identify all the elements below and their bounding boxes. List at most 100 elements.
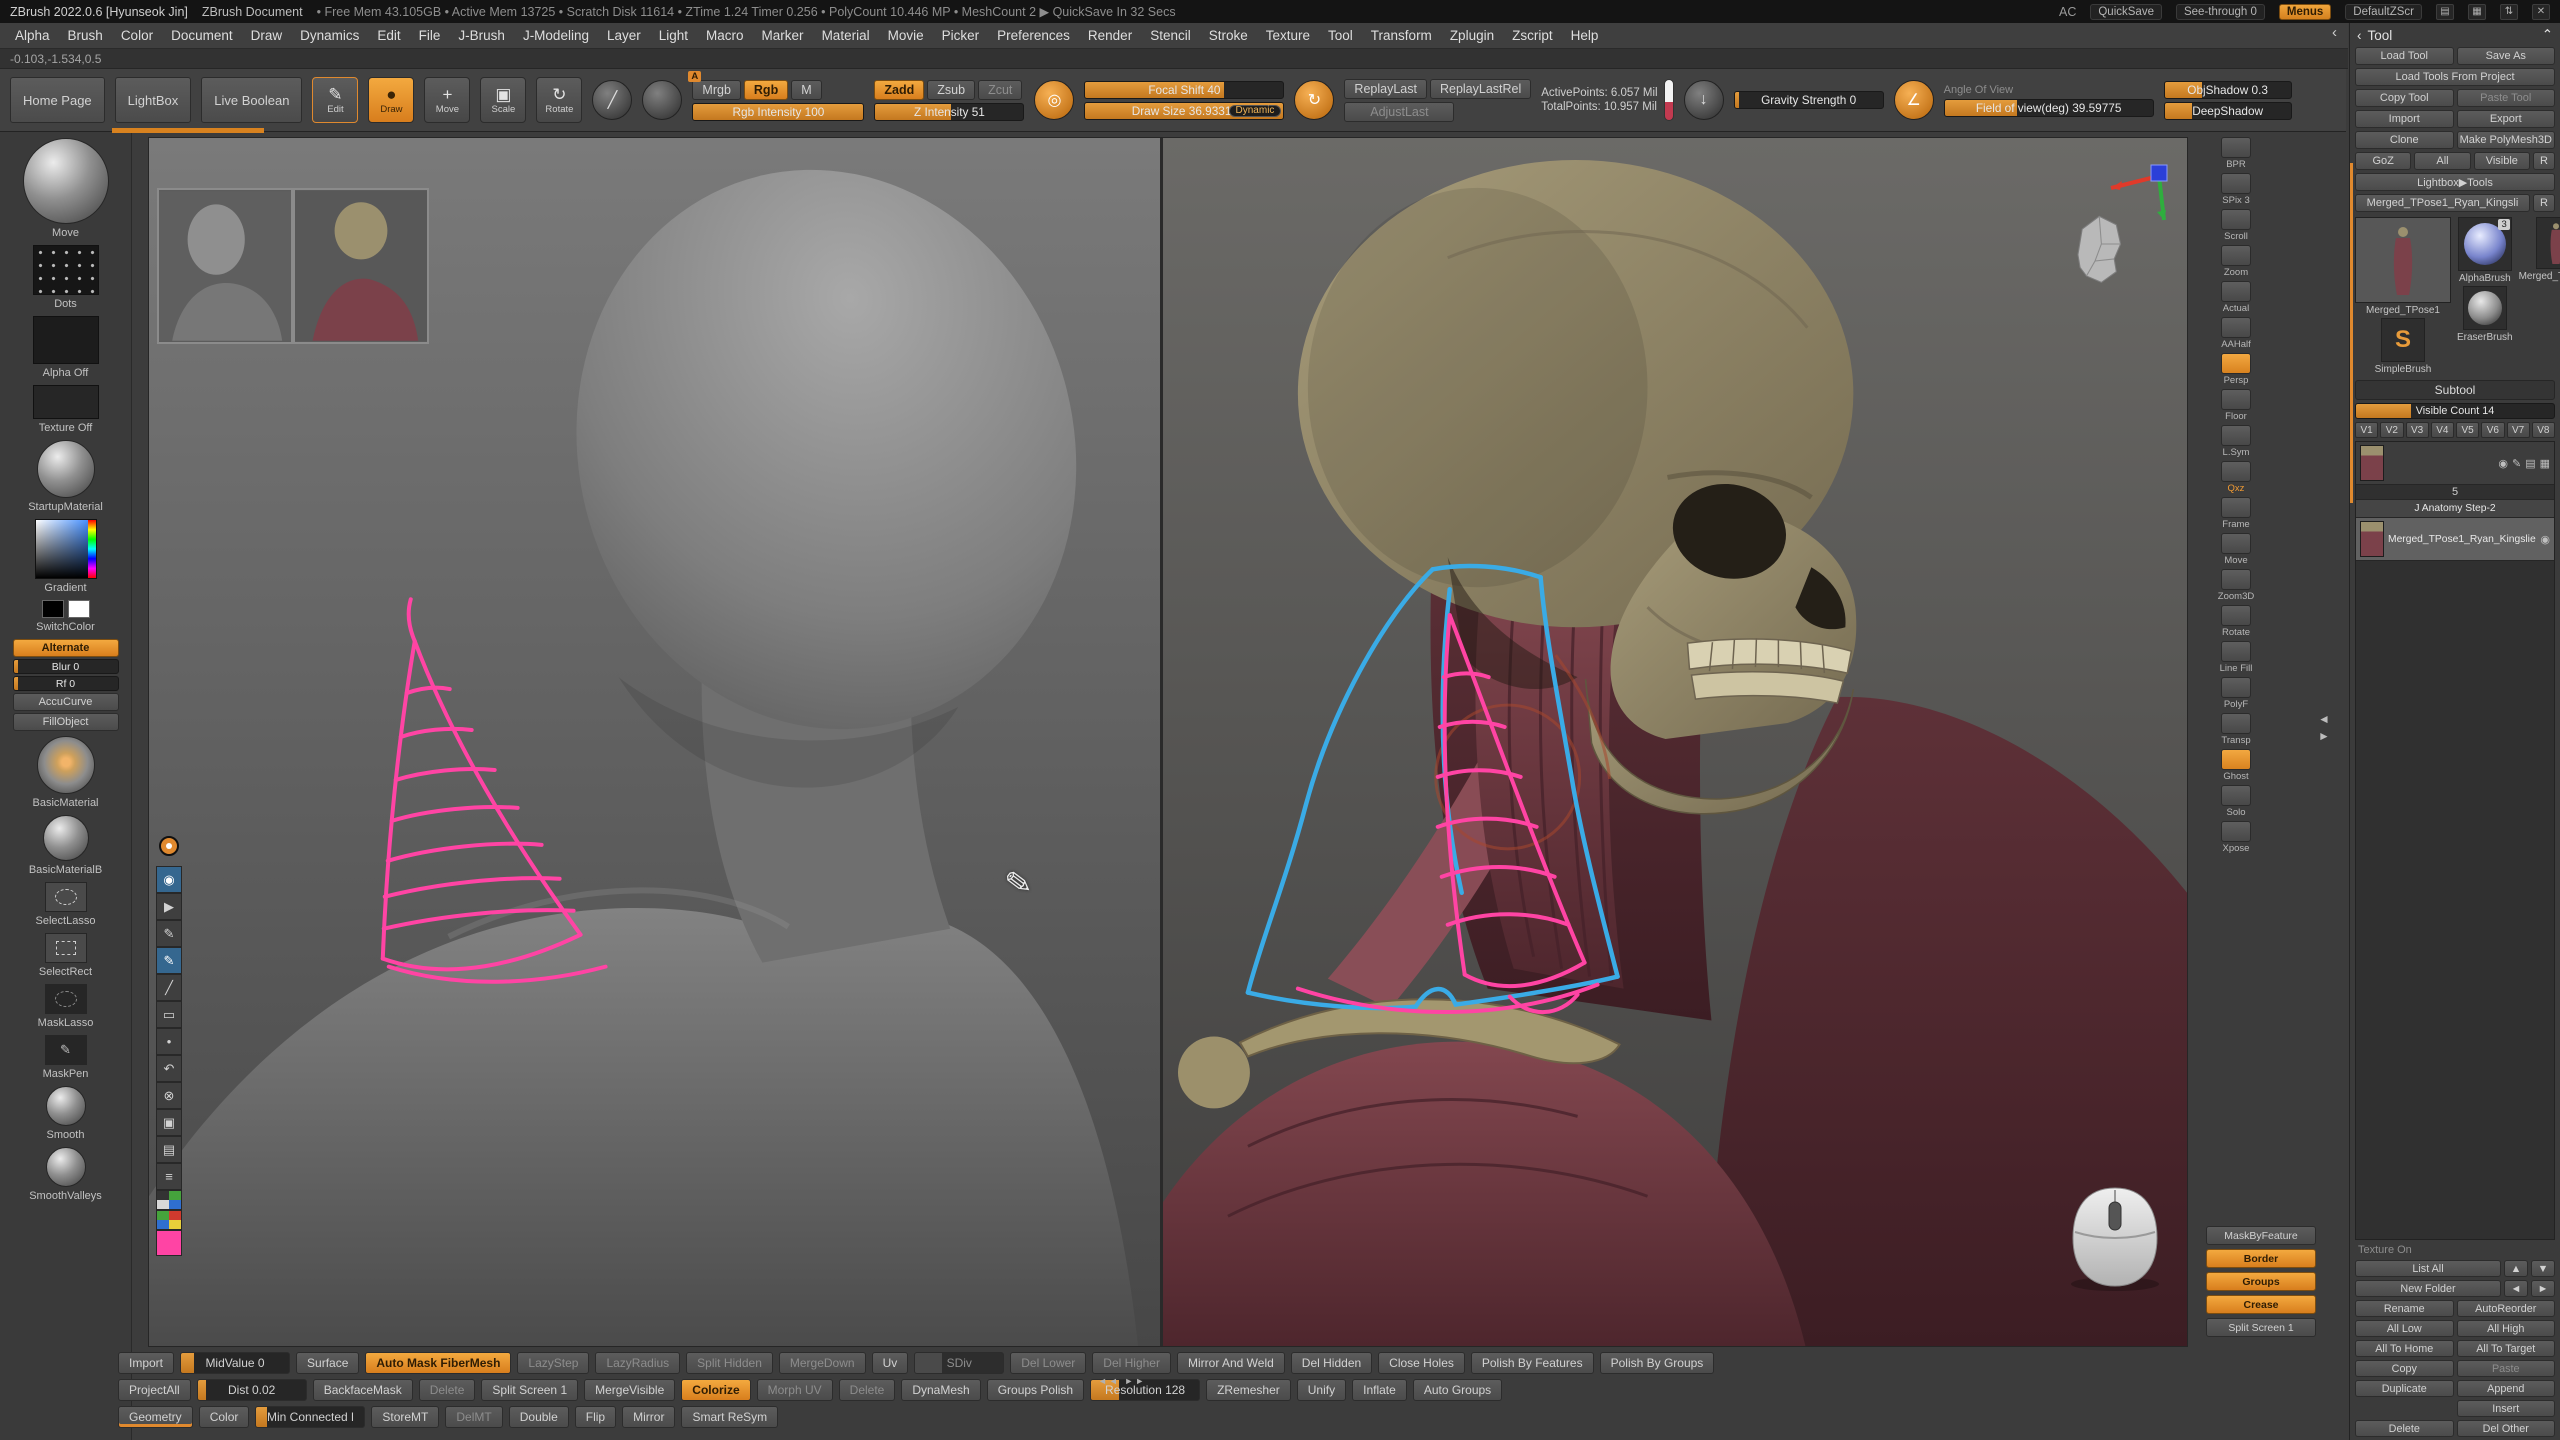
canvas-tool-icon[interactable]: ◉ bbox=[156, 866, 182, 893]
tray-button[interactable]: Del Hidden bbox=[1291, 1352, 1372, 1374]
tray-divider-arrows[interactable]: ◄► bbox=[2318, 712, 2330, 743]
tray-button[interactable]: Auto Mask FiberMesh bbox=[365, 1352, 511, 1374]
main-color-swatch[interactable] bbox=[42, 600, 64, 618]
live-boolean-button[interactable]: Live Boolean bbox=[201, 77, 302, 123]
right-shelf-button[interactable]: Line Fill bbox=[2215, 641, 2257, 674]
import-button[interactable]: Import bbox=[2355, 110, 2454, 128]
copy-button[interactable]: Copy bbox=[2355, 1360, 2454, 1377]
adjust-last-button[interactable]: AdjustLast bbox=[1344, 102, 1454, 122]
tray-button[interactable]: Mirror And Weld bbox=[1177, 1352, 1285, 1374]
tray-button[interactable]: Double bbox=[509, 1406, 569, 1428]
right-shelf-button[interactable]: AAHalf bbox=[2215, 317, 2257, 350]
menu-item[interactable]: J-Brush bbox=[449, 25, 514, 46]
replay-last-rel-button[interactable]: ReplayLastRel bbox=[1430, 79, 1531, 99]
paste-tool-button[interactable]: Paste Tool bbox=[2457, 89, 2556, 107]
canvas-tool-icon[interactable]: ⊗ bbox=[156, 1082, 182, 1109]
menu-item[interactable]: Picker bbox=[933, 25, 989, 46]
del-other-button[interactable]: Del Other bbox=[2457, 1420, 2556, 1437]
subtool-tab[interactable]: V6 bbox=[2481, 422, 2504, 438]
tray-button[interactable]: Surface bbox=[296, 1352, 359, 1374]
tray-button[interactable]: DynaMesh bbox=[901, 1379, 980, 1401]
menu-item[interactable]: Macro bbox=[697, 25, 753, 46]
tray-button[interactable]: LazyStep bbox=[517, 1352, 589, 1374]
eraser-brush-thumbnail[interactable] bbox=[2463, 286, 2507, 330]
simple-brush-thumbnail[interactable]: S bbox=[2381, 318, 2425, 362]
replay-icon[interactable]: ↻ bbox=[1294, 80, 1334, 120]
doc-layout-icon[interactable]: ▤ bbox=[2436, 4, 2454, 20]
lightbox-tools-button[interactable]: Lightbox▶Tools bbox=[2355, 173, 2555, 191]
tray-button[interactable]: Min Connected l bbox=[255, 1406, 365, 1428]
canvas-tool-icon[interactable]: ✎ bbox=[156, 920, 182, 947]
all-high-button[interactable]: All High bbox=[2457, 1320, 2556, 1337]
select-lasso-icon[interactable] bbox=[45, 882, 87, 912]
palette-tile-1[interactable] bbox=[156, 1190, 182, 1210]
pin-icon[interactable] bbox=[159, 836, 179, 856]
close-icon[interactable]: ✕ bbox=[2532, 4, 2550, 20]
rf-slider[interactable]: Rf 0 bbox=[13, 676, 119, 691]
smooth-valleys-brush-preview[interactable] bbox=[46, 1147, 86, 1187]
rotate-button[interactable]: ↻Rotate bbox=[536, 77, 582, 123]
menu-item[interactable]: Material bbox=[813, 25, 879, 46]
mrgb-button[interactable]: Mrgb bbox=[692, 80, 740, 100]
color-picker[interactable] bbox=[35, 519, 97, 579]
startup-material-preview[interactable] bbox=[37, 440, 95, 498]
delete-button[interactable]: Delete bbox=[2355, 1420, 2454, 1437]
goz-r-button[interactable]: R bbox=[2533, 152, 2555, 170]
mid-strip-button[interactable]: Border bbox=[2206, 1249, 2316, 1268]
focal-icon[interactable]: ◎ bbox=[1034, 80, 1074, 120]
tray-button[interactable]: ProjectAll bbox=[118, 1379, 191, 1401]
canvas-tool-icon[interactable]: ▤ bbox=[156, 1136, 182, 1163]
all-to-target-button[interactable]: All To Target bbox=[2457, 1340, 2556, 1357]
active-pink-swatch[interactable] bbox=[156, 1230, 182, 1256]
alternate-button[interactable]: Alternate bbox=[13, 639, 119, 657]
right-shelf-button[interactable]: Floor bbox=[2215, 389, 2257, 422]
reference-thumbnail-anatomy[interactable] bbox=[293, 188, 429, 344]
move-up-icon[interactable]: ▲ bbox=[2504, 1260, 2528, 1277]
tray-button[interactable]: Groups Polish bbox=[987, 1379, 1084, 1401]
secondary-color-swatch[interactable] bbox=[68, 600, 90, 618]
tray-button[interactable]: Auto Groups bbox=[1413, 1379, 1502, 1401]
menu-item[interactable]: Movie bbox=[879, 25, 933, 46]
mid-strip-button[interactable]: Groups bbox=[2206, 1272, 2316, 1291]
mid-strip-button[interactable]: MaskByFeature bbox=[2206, 1226, 2316, 1245]
mid-strip-button[interactable]: Crease bbox=[2206, 1295, 2316, 1314]
menu-item[interactable]: Zplugin bbox=[1441, 25, 1503, 46]
lightbox-button[interactable]: LightBox bbox=[115, 77, 192, 123]
mask-lasso-icon[interactable] bbox=[45, 984, 87, 1014]
tray-button[interactable]: DelMT bbox=[445, 1406, 502, 1428]
right-shelf-button[interactable]: Move bbox=[2215, 533, 2257, 566]
menu-item[interactable]: Stencil bbox=[1141, 25, 1200, 46]
palette-tile-2[interactable] bbox=[156, 1210, 182, 1230]
dynamic-toggle[interactable]: Dynamic bbox=[1229, 105, 1282, 117]
replay-last-button[interactable]: ReplayLast bbox=[1344, 79, 1427, 99]
load-tool-button[interactable]: Load Tool bbox=[2355, 47, 2454, 65]
tray-button[interactable]: Del Lower bbox=[1010, 1352, 1086, 1374]
hue-strip[interactable] bbox=[88, 520, 96, 578]
zcut-button[interactable]: Zcut bbox=[978, 80, 1022, 100]
duplicate-button[interactable]: Duplicate bbox=[2355, 1380, 2454, 1397]
tool-history-thumbnail[interactable]: 3 bbox=[2536, 217, 2560, 269]
right-shelf-button[interactable]: Actual bbox=[2215, 281, 2257, 314]
scale-button[interactable]: ▣Scale bbox=[480, 77, 526, 123]
tray-button[interactable]: Dist 0.02 bbox=[197, 1379, 307, 1401]
mid-strip-button[interactable]: Split Screen 1 bbox=[2206, 1318, 2316, 1337]
goz-all-button[interactable]: All bbox=[2414, 152, 2470, 170]
canvas-tool-icon[interactable]: ╱ bbox=[156, 974, 182, 1001]
right-shelf-button[interactable]: Frame bbox=[2215, 497, 2257, 530]
rename-button[interactable]: Rename bbox=[2355, 1300, 2454, 1317]
canvas-tool-icon[interactable]: ≡ bbox=[156, 1163, 182, 1190]
menu-item[interactable]: Light bbox=[650, 25, 697, 46]
current-tool-name[interactable]: Merged_TPose1_Ryan_Kingsli bbox=[2355, 194, 2530, 212]
menu-item[interactable]: Help bbox=[1562, 25, 1608, 46]
tray-button[interactable]: MergeDown bbox=[779, 1352, 866, 1374]
layers-icon[interactable]: ▤ bbox=[2525, 457, 2535, 470]
menu-item[interactable]: Render bbox=[1079, 25, 1141, 46]
right-shelf-button[interactable]: Zoom3D bbox=[2215, 569, 2257, 602]
z-intensity-slider[interactable]: Z Intensity 51 bbox=[874, 103, 1024, 121]
tray-button[interactable]: Smart ReSym bbox=[681, 1406, 778, 1428]
grid-icon[interactable]: ▦ bbox=[2468, 4, 2486, 20]
rgb-intensity-slider[interactable]: Rgb Intensity 100 bbox=[692, 103, 864, 121]
fillobject-button[interactable]: FillObject bbox=[13, 713, 119, 731]
tray-button[interactable]: Import bbox=[118, 1352, 174, 1374]
stroke-preview-icon[interactable]: ╱ bbox=[592, 80, 632, 120]
